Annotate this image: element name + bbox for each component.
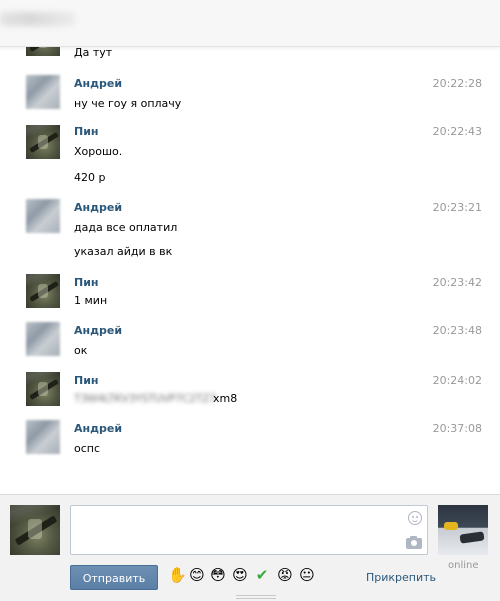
message-author[interactable]: Пин [74,125,99,138]
attach-link[interactable]: Прикрепить [366,571,436,584]
avatar[interactable] [26,322,60,356]
message-author[interactable]: Андрей [74,77,122,90]
online-status: online [448,560,479,571]
message-time: 20:23:21 [432,201,482,214]
my-avatar[interactable] [10,505,60,555]
avatar[interactable] [26,420,60,454]
avatar[interactable] [26,125,60,159]
message-text: оспс [74,442,101,455]
message-text: указал айди в вк [74,245,173,258]
message-feed: Да тут Андрей 20:22:28 ну че гоу я оплач… [0,0,500,494]
smile-icon[interactable] [408,511,422,525]
avatar[interactable] [26,372,60,406]
smile-emoji-icon[interactable]: 😊 [189,567,205,583]
header-blurred-area [0,12,75,26]
camera-icon[interactable] [406,536,422,549]
message-author[interactable]: Пин [74,276,99,289]
message-author[interactable]: Андрей [74,324,122,337]
message-composer: online Отправить ✋ 😊 😳 😍 ✔ 😡 😐 Прикрепит… [0,494,500,601]
message-text: 1 мин [74,294,108,307]
hand-emoji-icon[interactable]: ✋ [168,567,187,583]
message-time: 20:24:02 [432,374,482,387]
message-text: xm8 [213,392,238,405]
send-button[interactable]: Отправить [70,565,158,590]
message-time: 20:23:48 [432,324,482,337]
neutral-emoji-icon[interactable]: 😐 [299,567,315,583]
avatar[interactable] [26,75,60,109]
contact-avatar[interactable] [438,505,488,555]
message-text: ну че гоу я оплачу [74,97,182,110]
message-author[interactable]: Пин [74,374,99,387]
message-author[interactable]: Андрей [74,201,122,214]
message-text: 420 р [74,171,106,184]
check-emoji-icon[interactable]: ✔ [254,567,270,583]
message-text: ок [74,344,88,357]
header-bar [0,0,500,47]
message-text: Да тут [74,46,113,59]
message-time: 20:23:42 [432,276,482,289]
message-input[interactable] [70,505,428,555]
message-time: 20:37:08 [432,422,482,435]
heart-eyes-emoji-icon[interactable]: 😍 [232,567,248,583]
message-text: дада все оплатил [74,221,178,234]
flushed-emoji-icon[interactable]: 😳 [210,567,226,583]
message-author[interactable]: Андрей [74,422,122,435]
avatar[interactable] [26,199,60,233]
avatar[interactable] [26,274,60,308]
message-time: 20:22:28 [432,77,482,90]
message-time: 20:22:43 [432,125,482,138]
message-text-blurred: T3W4LTKV3YSTUVP7C2TZ7 [74,392,216,405]
resize-handle[interactable] [236,595,276,599]
angry-emoji-icon[interactable]: 😡 [277,567,293,583]
message-text: Хорошо. [74,145,123,158]
